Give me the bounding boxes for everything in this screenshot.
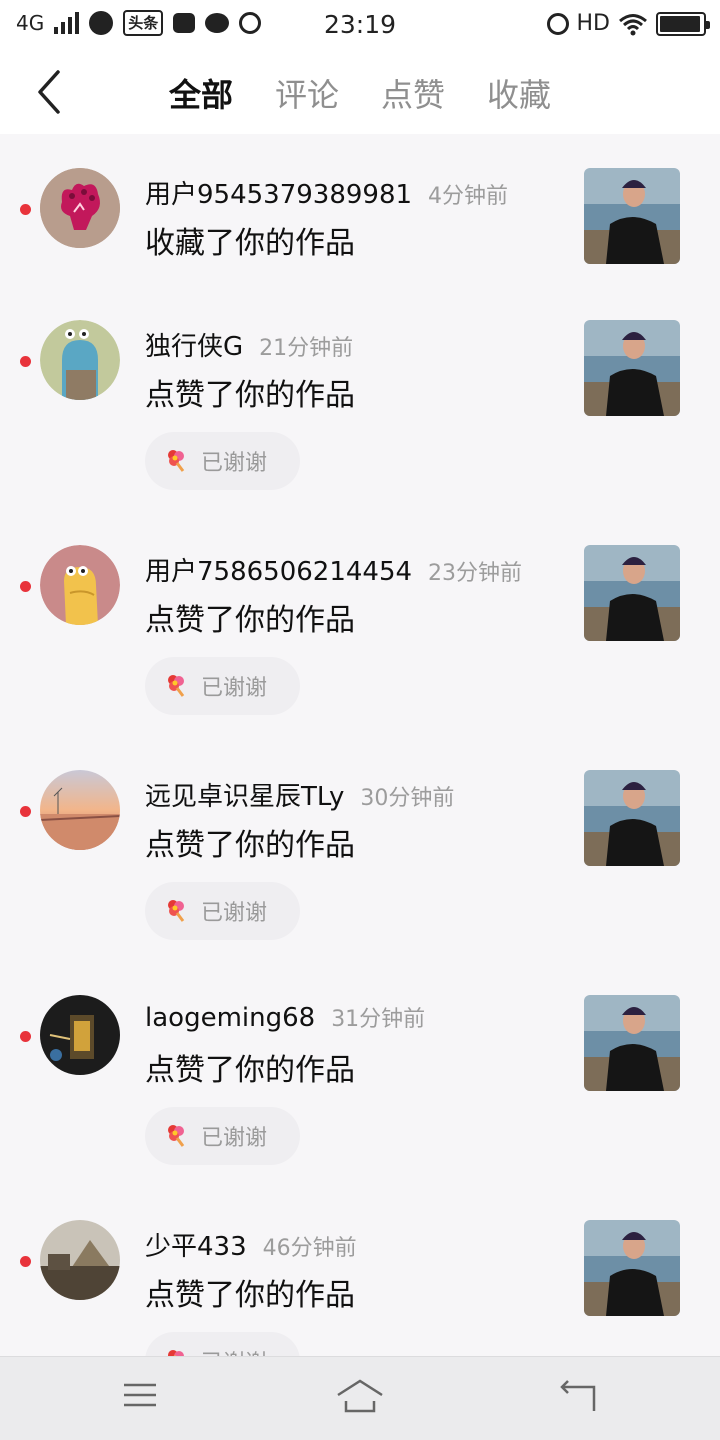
username[interactable]: 用户9545379389981 [145, 174, 412, 211]
notification-item[interactable]: 用户9545379389981 4分钟前 收藏了你的作品 [0, 168, 720, 278]
username[interactable]: 远见卓识星辰TLy [145, 776, 344, 813]
lantern-avatar-icon [40, 995, 120, 1075]
post-thumbnail[interactable] [584, 1220, 680, 1316]
timestamp: 4分钟前 [428, 184, 509, 209]
home-icon [337, 1379, 383, 1413]
timestamp: 23分钟前 [428, 561, 523, 586]
unread-dot [20, 1256, 31, 1267]
thanks-label: 已谢谢 [201, 901, 268, 926]
timestamp: 21分钟前 [259, 336, 354, 361]
avatar[interactable] [40, 545, 120, 625]
return-button[interactable] [560, 1379, 600, 1417]
flower-icon [168, 900, 185, 922]
unread-dot [20, 1031, 31, 1042]
post-thumbnail[interactable] [584, 770, 680, 866]
timestamp: 46分钟前 [262, 1236, 357, 1261]
hd-indicator: HD [576, 11, 610, 36]
avatar[interactable] [40, 770, 120, 850]
thanks-button[interactable]: 已谢谢 [145, 1332, 300, 1356]
timestamp: 30分钟前 [360, 786, 455, 811]
post-thumbnail[interactable] [584, 545, 680, 641]
tab-comments[interactable]: 评论 [254, 70, 360, 116]
system-navigation-bar [0, 1356, 720, 1440]
return-icon [560, 1380, 596, 1411]
pyramid-avatar-icon [40, 1220, 120, 1300]
worm-avatar-icon [40, 545, 120, 625]
flower-icon [168, 450, 185, 472]
action-text: 收藏了你的作品 [145, 226, 355, 261]
notification-item[interactable]: 独行侠G 21分钟前 点赞了你的作品 已谢谢 [0, 320, 720, 500]
post-thumbnail[interactable] [584, 168, 680, 264]
timestamp: 31分钟前 [331, 1007, 426, 1032]
username[interactable]: 用户7586506214454 [145, 551, 412, 588]
battery-icon [656, 11, 710, 36]
thanks-label: 已谢谢 [201, 1126, 268, 1151]
notification-item[interactable]: 少平433 46分钟前 点赞了你的作品 已谢谢 [0, 1220, 720, 1356]
thanks-label: 已谢谢 [201, 1345, 267, 1356]
thanks-button[interactable]: 已谢谢 [145, 657, 300, 715]
post-thumbnail[interactable] [584, 995, 680, 1091]
action-text: 点赞了你的作品 [145, 1278, 355, 1313]
tab-bar: 全部 评论 点赞 收藏 [148, 70, 572, 116]
post-thumbnail-image [584, 995, 680, 1091]
notification-list: 用户9545379389981 4分钟前 收藏了你的作品 独行侠G 21分钟前 … [0, 134, 720, 1356]
action-text: 点赞了你的作品 [145, 603, 355, 638]
chevron-left-icon [38, 70, 60, 114]
post-thumbnail-image [584, 1220, 680, 1316]
tab-favorites[interactable]: 收藏 [466, 70, 572, 116]
username[interactable]: 少平433 [145, 1226, 247, 1263]
notification-item[interactable]: 远见卓识星辰TLy 30分钟前 点赞了你的作品 已谢谢 [0, 770, 720, 950]
unread-dot [20, 356, 31, 367]
avatar[interactable] [40, 1220, 120, 1300]
post-thumbnail-image [584, 770, 680, 866]
tab-likes[interactable]: 点赞 [360, 70, 466, 116]
flower-icon [168, 1350, 184, 1356]
sunset-avatar-icon [40, 770, 120, 850]
username[interactable]: laogeming68 [145, 1003, 315, 1033]
notification-item[interactable]: 用户7586506214454 23分钟前 点赞了你的作品 已谢谢 [0, 545, 720, 725]
avatar[interactable] [40, 168, 120, 248]
post-thumbnail-image [584, 168, 680, 264]
thanks-button[interactable]: 已谢谢 [145, 882, 300, 940]
back-button[interactable] [30, 68, 70, 116]
flower-icon [168, 1125, 185, 1147]
home-button[interactable] [336, 1379, 384, 1417]
post-thumbnail-image [584, 545, 680, 641]
action-text: 点赞了你的作品 [145, 828, 355, 863]
thanks-label: 已谢谢 [201, 451, 268, 476]
snail-avatar-icon [40, 320, 120, 400]
notification-item[interactable]: laogeming68 31分钟前 点赞了你的作品 已谢谢 [0, 995, 720, 1175]
menu-icon [124, 1383, 156, 1407]
unread-dot [20, 581, 31, 592]
post-thumbnail-image [584, 320, 680, 416]
action-text: 点赞了你的作品 [145, 1053, 355, 1088]
avatar[interactable] [40, 995, 120, 1075]
status-bar: 4G 头条 23:19 HD [0, 0, 720, 52]
top-navigation: 全部 评论 点赞 收藏 [0, 52, 720, 134]
flower-avatar-icon [40, 168, 120, 248]
unread-dot [20, 204, 31, 215]
avatar[interactable] [40, 320, 120, 400]
menu-button[interactable] [122, 1379, 158, 1415]
action-text: 点赞了你的作品 [145, 378, 355, 413]
thanks-label: 已谢谢 [201, 676, 268, 701]
flower-icon [168, 675, 185, 697]
thanks-button[interactable]: 已谢谢 [145, 432, 300, 490]
username[interactable]: 独行侠G [145, 326, 243, 363]
tab-all[interactable]: 全部 [148, 70, 254, 116]
wifi-icon [618, 12, 648, 36]
unread-dot [20, 806, 31, 817]
thanks-button[interactable]: 已谢谢 [145, 1107, 300, 1165]
alarm-icon [546, 12, 569, 35]
post-thumbnail[interactable] [584, 320, 680, 416]
